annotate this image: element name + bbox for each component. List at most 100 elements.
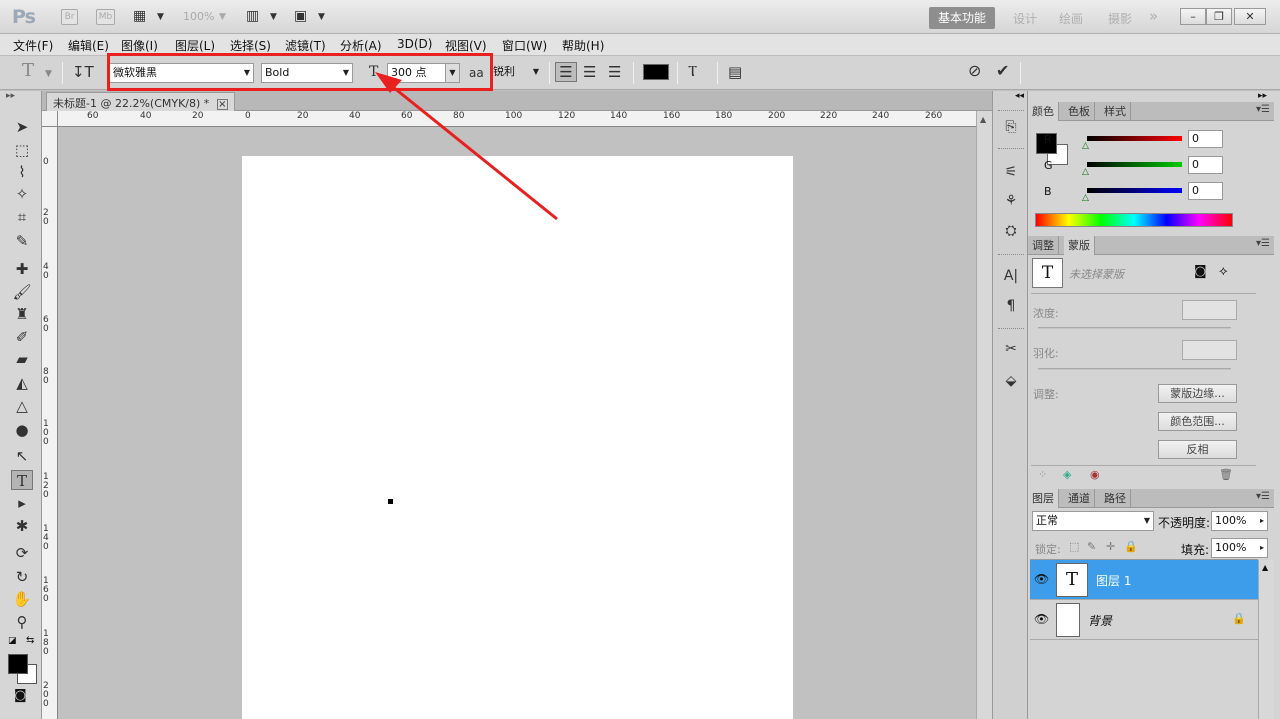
text-color-swatch[interactable] <box>643 64 669 80</box>
collapse-icon[interactable]: ◂◂ <box>1015 91 1024 101</box>
3d-panel-icon[interactable]: ⬙ <box>1001 371 1021 391</box>
tab-paths[interactable]: 路径 <box>1100 489 1131 508</box>
lock-position-icon[interactable]: ✛ <box>1106 540 1115 553</box>
chevron-down-icon[interactable]: ▼ <box>45 69 52 79</box>
document-tab[interactable]: 未标题-1 @ 22.2%(CMYK/8) * × <box>46 92 235 111</box>
apply-mask-icon[interactable]: ◈ <box>1063 468 1071 481</box>
document-canvas[interactable] <box>242 156 793 719</box>
color-range-button[interactable]: 颜色范围... <box>1158 412 1237 431</box>
workspace-essentials[interactable]: 基本功能 <box>929 7 995 29</box>
tab-color[interactable]: 颜色 <box>1028 102 1059 121</box>
blur-tool-icon[interactable]: △ <box>11 396 33 416</box>
vertical-scrollbar[interactable]: ▲ <box>976 111 992 719</box>
feather-slider[interactable] <box>1038 368 1231 370</box>
trash-icon[interactable]: 🗑 <box>1219 468 1233 481</box>
lock-transparent-icon[interactable]: ⬚ <box>1069 540 1079 553</box>
toggle-text-orientation-icon[interactable]: ↧T <box>72 63 94 81</box>
dodge-tool-icon[interactable]: ● <box>11 420 33 440</box>
color-spectrum[interactable] <box>1035 213 1233 227</box>
tab-adjustments[interactable]: 调整 <box>1028 236 1059 255</box>
panel-menu-icon[interactable]: ▾☰ <box>1256 238 1270 249</box>
tab-styles[interactable]: 样式 <box>1100 102 1131 121</box>
menu-filter[interactable]: 滤镜(T) <box>285 37 326 54</box>
workspace-painting[interactable]: 绘画 <box>1059 10 1083 27</box>
green-slider[interactable] <box>1087 162 1182 167</box>
move-tool-icon[interactable]: ➤ <box>11 117 33 137</box>
eyedropper-tool-icon[interactable]: ✎ <box>11 231 33 251</box>
layer-name[interactable]: 图层 1 <box>1096 572 1131 589</box>
ruler-origin[interactable] <box>42 111 58 127</box>
quick-selection-tool-icon[interactable]: ✧ <box>11 184 33 204</box>
warp-text-icon[interactable]: Ⲧ <box>688 62 697 80</box>
blue-value[interactable]: 0 <box>1188 182 1223 200</box>
expand-icon[interactable]: ▸▸ <box>1258 91 1267 101</box>
scroll-up-icon[interactable]: ▲ <box>1262 563 1268 572</box>
lock-image-icon[interactable]: ✎ <box>1087 540 1096 553</box>
history-panel-icon[interactable]: ⎘ <box>1001 117 1021 137</box>
workspace-photography[interactable]: 摄影 <box>1108 10 1132 27</box>
screen-mode-icon[interactable]: ▣ <box>294 7 307 25</box>
commit-icon[interactable]: ✔ <box>996 62 1009 80</box>
visibility-eye-icon[interactable]: 👁 <box>1034 572 1049 586</box>
pixel-mask-icon[interactable]: ◙ <box>1194 264 1207 279</box>
tool-presets-panel-icon[interactable]: ✂ <box>1001 339 1021 359</box>
vector-mask-icon[interactable]: ⟡ <box>1219 264 1228 279</box>
invert-button[interactable]: 反相 <box>1158 440 1237 459</box>
eraser-tool-icon[interactable]: ▰ <box>11 349 33 369</box>
density-slider[interactable] <box>1038 327 1231 329</box>
tab-layers[interactable]: 图层 <box>1028 489 1059 508</box>
menu-file[interactable]: 文件(F) <box>13 37 53 54</box>
history-brush-tool-icon[interactable]: ✐ <box>11 327 33 347</box>
arrange-documents-icon[interactable]: ▥ <box>246 7 259 25</box>
red-slider[interactable] <box>1087 136 1182 141</box>
clone-stamp-tool-icon[interactable]: ♜ <box>11 304 33 324</box>
marquee-tool-icon[interactable]: ⬚ <box>11 140 33 160</box>
paint-bucket-tool-icon[interactable]: ◭ <box>11 373 33 393</box>
align-center-icon[interactable]: ☰ <box>583 63 596 81</box>
scroll-up-icon[interactable]: ▲ <box>980 115 986 124</box>
panel-menu-icon[interactable]: ▾☰ <box>1256 104 1270 115</box>
character-panel-icon[interactable]: ▤ <box>728 63 742 81</box>
chevron-down-icon[interactable]: ▼ <box>318 12 325 22</box>
paragraph-panel-icon[interactable]: ¶ <box>1001 296 1021 316</box>
green-value[interactable]: 0 <box>1188 156 1223 174</box>
fill-input[interactable]: 100% ▸ <box>1211 538 1268 558</box>
more-workspaces-icon[interactable]: » <box>1149 7 1158 25</box>
chevron-down-icon[interactable]: ▼ <box>219 12 226 22</box>
3d-rotate-tool-icon[interactable]: ⟳ <box>11 543 33 563</box>
crop-tool-icon[interactable]: ⌗ <box>11 207 33 227</box>
slider-handle[interactable]: △ <box>1082 193 1089 203</box>
menu-analysis[interactable]: 分析(A) <box>340 37 382 54</box>
layers-scrollbar[interactable]: ▲ <box>1258 560 1274 719</box>
brush-presets-panel-icon[interactable]: ⚟ <box>1001 162 1021 182</box>
custom-shape-tool-icon[interactable]: ✱ <box>11 516 33 536</box>
collapse-icon[interactable]: ▸▸ <box>6 91 15 101</box>
foreground-color-swatch[interactable] <box>8 654 28 674</box>
quick-mask-icon[interactable]: ◙ <box>14 688 27 703</box>
healing-brush-tool-icon[interactable]: ✚ <box>11 259 33 279</box>
lock-all-icon[interactable]: 🔒 <box>1124 540 1138 553</box>
align-left-icon[interactable]: ☰ <box>555 62 577 82</box>
feather-input[interactable] <box>1182 340 1237 360</box>
zoom-level[interactable]: 100% <box>183 10 214 23</box>
lasso-tool-icon[interactable]: ⌇ <box>11 162 33 182</box>
layer-row[interactable]: 👁 T 图层 1 <box>1030 560 1258 600</box>
font-family-select[interactable]: 微软雅黑 ▼ <box>109 63 254 83</box>
chevron-down-icon[interactable]: ▼ <box>157 12 164 22</box>
dock-grip[interactable] <box>998 110 1024 112</box>
path-selection-tool-icon[interactable]: ↖ <box>11 446 33 466</box>
menu-edit[interactable]: 编辑(E) <box>68 37 109 54</box>
default-colors-icon[interactable]: ◪ <box>8 636 17 646</box>
blue-slider[interactable] <box>1087 188 1182 193</box>
menu-window[interactable]: 窗口(W) <box>502 37 547 54</box>
load-selection-icon[interactable]: ⁘ <box>1038 468 1047 481</box>
restore-button[interactable]: ❐ <box>1206 8 1232 25</box>
align-right-icon[interactable]: ☰ <box>608 63 621 81</box>
opacity-input[interactable]: 100% ▸ <box>1211 511 1268 531</box>
menu-select[interactable]: 选择(S) <box>230 37 271 54</box>
cancel-icon[interactable]: ⊘ <box>968 62 981 80</box>
bridge-button[interactable]: Br <box>61 9 78 25</box>
menu-help[interactable]: 帮助(H) <box>562 37 604 54</box>
close-tab-icon[interactable]: × <box>216 99 228 110</box>
type-tool-preset-icon[interactable]: T <box>22 62 34 80</box>
